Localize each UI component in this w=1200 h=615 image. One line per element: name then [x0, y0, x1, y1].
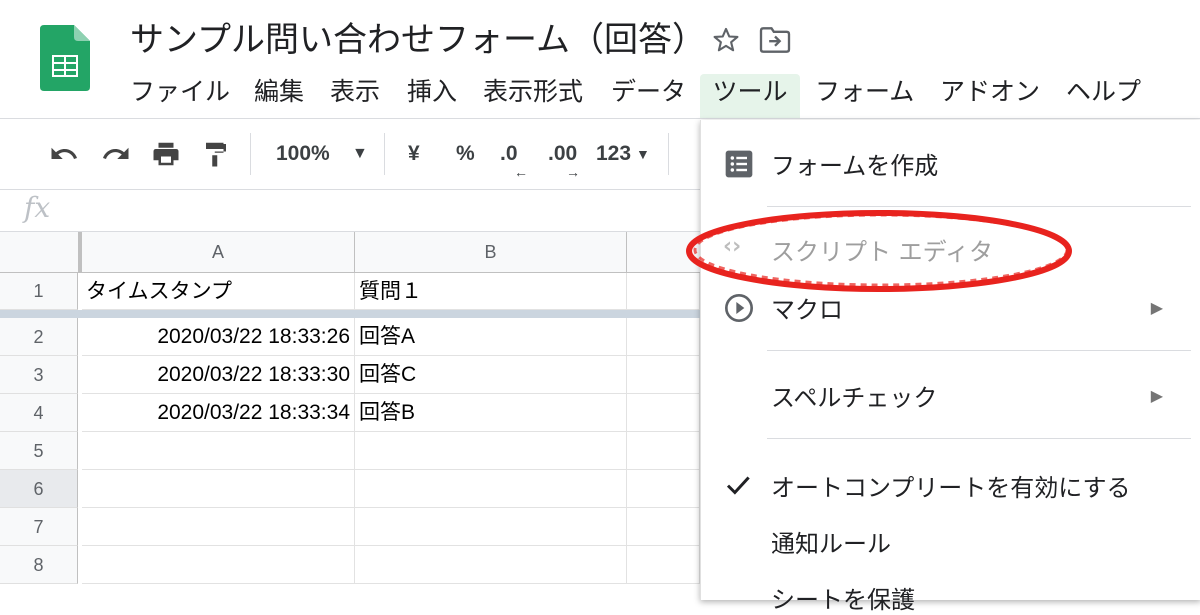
cell-c5[interactable] — [627, 432, 700, 470]
menu-item-spelling[interactable]: スペルチェック — [771, 378, 937, 413]
cell-c2[interactable] — [627, 318, 700, 356]
highlight-ellipse-annotation — [686, 210, 1072, 292]
cell-a6[interactable] — [82, 470, 355, 508]
menu-edit[interactable]: 編集 — [254, 74, 304, 118]
row-header[interactable]: 3 — [0, 356, 78, 394]
cell-c7[interactable] — [627, 508, 700, 546]
zoom-dropdown-arrow-icon[interactable]: ▼ — [352, 139, 368, 169]
menu-item-notification-rules[interactable]: 通知ルール — [771, 524, 891, 559]
cell-c4[interactable] — [627, 394, 700, 432]
menu-addons[interactable]: アドオン — [940, 74, 1040, 118]
number-format-dropdown-icon[interactable]: ▼ — [636, 139, 650, 169]
number-format-button[interactable]: 123 — [596, 139, 631, 169]
menu-divider — [767, 350, 1191, 351]
cell-a1[interactable]: タイムスタンプ — [82, 273, 355, 310]
undo-icon[interactable] — [48, 139, 80, 169]
select-all-corner[interactable] — [0, 232, 82, 273]
menu-tools[interactable]: ツール — [700, 74, 800, 118]
cell-b7[interactable] — [355, 508, 627, 546]
cell-a4[interactable]: 2020/03/22 18:33:34 — [82, 394, 355, 432]
menu-format[interactable]: 表示形式 — [483, 74, 583, 118]
move-to-folder-icon[interactable] — [758, 26, 792, 54]
menu-help[interactable]: ヘルプ — [1066, 74, 1141, 118]
document-title[interactable]: サンプル問い合わせフォーム（回答） — [130, 18, 706, 62]
zoom-select[interactable]: 100% — [276, 139, 330, 169]
cell-c8[interactable] — [627, 546, 700, 584]
toolbar-divider — [250, 133, 251, 175]
column-header-b[interactable]: B — [355, 232, 627, 273]
decrease-arrow-icon: ← — [514, 164, 528, 180]
cell-c3[interactable] — [627, 356, 700, 394]
cell-b1[interactable]: 質問１ — [355, 273, 627, 310]
cell-a2[interactable]: 2020/03/22 18:33:26 — [82, 318, 355, 356]
cell-a5[interactable] — [82, 432, 355, 470]
cell-b8[interactable] — [355, 546, 627, 584]
cell-b5[interactable] — [355, 432, 627, 470]
menu-item-protect-sheet[interactable]: シートを保護 — [771, 580, 915, 615]
row-header[interactable]: 8 — [0, 546, 78, 584]
fx-icon: fx — [24, 191, 51, 224]
cell-b2[interactable]: 回答A — [355, 318, 627, 356]
checkmark-icon — [726, 476, 750, 495]
cell-b4[interactable]: 回答B — [355, 394, 627, 432]
form-icon — [725, 150, 753, 178]
column-header-a[interactable]: A — [82, 232, 355, 273]
tools-menu-dropdown: フォームを作成 ‹› スクリプト エディタ マクロ ▶ スペルチェック ▶ オー… — [700, 120, 1200, 614]
row-header[interactable]: 7 — [0, 508, 78, 546]
google-sheets-logo-icon[interactable] — [40, 25, 90, 91]
redo-icon[interactable] — [100, 139, 132, 169]
row-header[interactable]: 5 — [0, 432, 78, 470]
menu-item-enable-autocomplete[interactable]: オートコンプリートを有効にする — [771, 468, 1131, 503]
cell-a8[interactable] — [82, 546, 355, 584]
cell-c6[interactable] — [627, 470, 700, 508]
row-header[interactable]: 6 — [0, 470, 78, 508]
star-icon[interactable] — [712, 26, 740, 54]
row-header[interactable]: 1 — [0, 273, 78, 310]
menu-view[interactable]: 表示 — [330, 74, 380, 118]
paint-format-icon[interactable] — [200, 139, 232, 169]
currency-format-button[interactable]: ¥ — [408, 139, 420, 169]
menu-divider — [767, 438, 1191, 439]
menu-insert[interactable]: 挿入 — [407, 74, 457, 118]
cell-b3[interactable]: 回答C — [355, 356, 627, 394]
increase-arrow-icon: → — [566, 164, 580, 180]
toolbar-divider — [668, 133, 669, 175]
percent-format-button[interactable]: % — [456, 139, 475, 169]
menu-file[interactable]: ファイル — [130, 74, 230, 118]
row-header[interactable]: 2 — [0, 318, 78, 356]
cell-a7[interactable] — [82, 508, 355, 546]
menu-data[interactable]: データ — [611, 74, 686, 118]
menu-item-create-form[interactable]: フォームを作成 — [771, 146, 938, 181]
submenu-arrow-icon: ▶ — [1150, 298, 1163, 317]
cell-a3[interactable]: 2020/03/22 18:33:30 — [82, 356, 355, 394]
print-icon[interactable] — [150, 139, 182, 169]
frozen-row-divider[interactable] — [0, 310, 700, 318]
menu-form[interactable]: フォーム — [815, 74, 914, 118]
cell-b6[interactable] — [355, 470, 627, 508]
toolbar-divider — [384, 133, 385, 175]
row-header[interactable]: 4 — [0, 394, 78, 432]
submenu-arrow-icon: ▶ — [1150, 386, 1163, 405]
